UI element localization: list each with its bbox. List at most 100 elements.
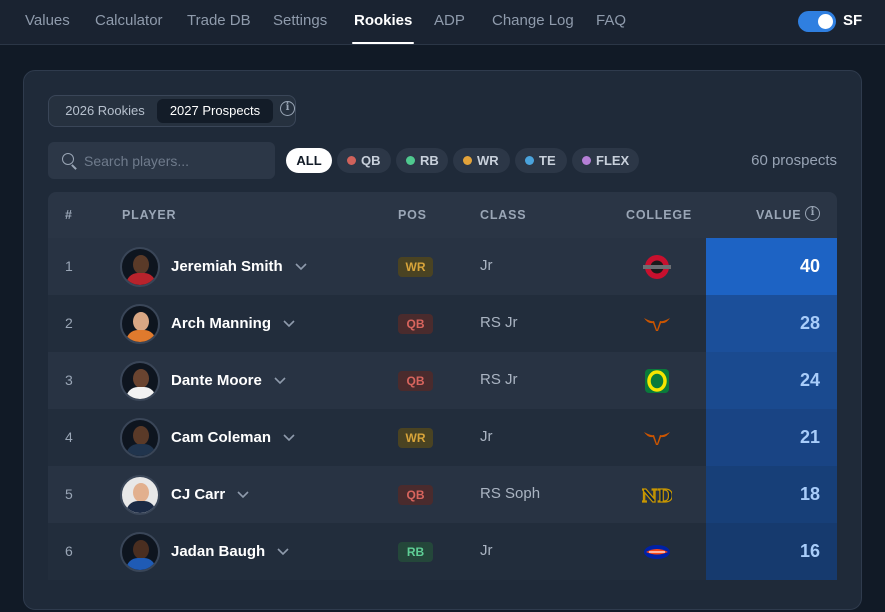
row-rank: 2	[65, 315, 73, 331]
player-avatar	[120, 418, 160, 458]
pos-badge: QB	[398, 371, 433, 391]
chip-label: FLEX	[596, 153, 630, 168]
player-avatar	[120, 532, 160, 572]
value-info-icon[interactable]: i	[805, 206, 820, 221]
header-value[interactable]: VALUE	[756, 208, 801, 222]
value-cell: 16	[706, 523, 837, 580]
texas-longhorn-logo-icon	[644, 432, 670, 445]
search-input[interactable]	[84, 142, 269, 179]
header-class[interactable]: CLASS	[480, 208, 526, 222]
value-cell: 40	[706, 238, 837, 295]
prospects-table: # PLAYER POS CLASS COLLEGE VALUE i 1 Jer…	[48, 192, 837, 612]
search-icon	[62, 153, 74, 165]
table-row[interactable]: 3 Dante Moore QB RS Jr 24	[48, 352, 837, 409]
pos-badge: QB	[398, 314, 433, 334]
table-header: # PLAYER POS CLASS COLLEGE VALUE i	[48, 192, 837, 238]
tab-2026-rookies[interactable]: 2026 Rookies	[54, 99, 156, 123]
table-row[interactable]: 5 CJ Carr QB RS Soph ND 18	[48, 466, 837, 523]
filter-wr-chip[interactable]: WR	[453, 148, 510, 173]
table-row[interactable]: 2 Arch Manning QB RS Jr 28	[48, 295, 837, 352]
row-rank: 5	[65, 486, 73, 502]
nav-adp[interactable]: ADP	[434, 0, 465, 45]
player-avatar	[120, 247, 160, 287]
filter-flex-chip[interactable]: FLEX	[572, 148, 639, 173]
player-class: Jr	[480, 257, 493, 274]
superflex-label: SF	[843, 12, 863, 29]
chevron-down-icon[interactable]	[237, 491, 249, 499]
player-name[interactable]: Arch Manning	[171, 315, 295, 332]
player-name[interactable]: Dante Moore	[171, 372, 286, 389]
pos-badge: WR	[398, 257, 433, 277]
player-class: RS Jr	[480, 371, 518, 388]
chevron-down-icon[interactable]	[295, 263, 307, 271]
nav-trade-db[interactable]: Trade DB	[187, 0, 251, 45]
table-row[interactable]: 1 Jeremiah Smith WR Jr 40	[48, 238, 837, 295]
wr-dot-icon	[463, 156, 472, 165]
oregon-logo-icon	[645, 369, 669, 393]
qb-dot-icon	[347, 156, 356, 165]
rookies-card: 2026 Rookies 2027 Prospects i ALL QB RB …	[23, 70, 862, 610]
ohio-state-logo-icon	[643, 255, 671, 279]
year-tabs: 2026 Rookies 2027 Prospects	[48, 95, 296, 127]
top-nav: Values Calculator Trade DB Settings Rook…	[0, 0, 885, 45]
player-class: RS Soph	[480, 485, 541, 502]
nav-rookies[interactable]: Rookies	[351, 0, 415, 45]
value-cell: 18	[706, 466, 837, 523]
chevron-down-icon[interactable]	[274, 377, 286, 385]
pos-badge: QB	[398, 485, 433, 505]
toggle-knob	[818, 14, 833, 29]
prospect-count: 60 prospects	[751, 152, 837, 169]
header-rank[interactable]: #	[65, 208, 73, 222]
value-cell: 21	[706, 409, 837, 466]
chevron-down-icon[interactable]	[277, 548, 289, 556]
row-rank: 4	[65, 429, 73, 445]
chip-label: QB	[361, 153, 381, 168]
nav-faq[interactable]: FAQ	[596, 0, 626, 45]
player-name[interactable]: Cam Coleman	[171, 429, 295, 446]
header-pos[interactable]: POS	[398, 208, 427, 222]
row-rank: 1	[65, 258, 73, 274]
filter-qb-chip[interactable]: QB	[337, 148, 391, 173]
header-college[interactable]: COLLEGE	[626, 208, 692, 222]
player-name[interactable]: CJ Carr	[171, 486, 249, 503]
svg-text:ND: ND	[642, 486, 672, 507]
chip-label: RB	[420, 153, 439, 168]
chip-label: WR	[477, 153, 499, 168]
table-row[interactable]: 4 Cam Coleman WR Jr 21	[48, 409, 837, 466]
pos-badge: RB	[398, 542, 433, 562]
te-dot-icon	[525, 156, 534, 165]
rb-dot-icon	[406, 156, 415, 165]
player-class: Jr	[480, 542, 493, 559]
filter-te-chip[interactable]: TE	[515, 148, 567, 173]
player-name[interactable]: Jeremiah Smith	[171, 258, 307, 275]
player-avatar	[120, 361, 160, 401]
table-row[interactable]: 6 Jadan Baugh RB Jr 16	[48, 523, 837, 580]
tab-2027-prospects[interactable]: 2027 Prospects	[157, 99, 273, 123]
filter-all-chip[interactable]: ALL	[286, 148, 332, 173]
player-class: RS Jr	[480, 314, 518, 331]
search-box	[48, 142, 275, 179]
filter-rb-chip[interactable]: RB	[396, 148, 448, 173]
notre-dame-logo-icon: ND	[642, 485, 672, 507]
nav-change-log[interactable]: Change Log	[492, 0, 574, 45]
nav-values[interactable]: Values	[25, 0, 70, 45]
texas-longhorn-logo-icon	[644, 318, 670, 331]
chevron-down-icon[interactable]	[283, 320, 295, 328]
flex-dot-icon	[582, 156, 591, 165]
chevron-down-icon[interactable]	[283, 434, 295, 442]
row-rank: 6	[65, 543, 73, 559]
chip-label: TE	[539, 153, 556, 168]
nav-settings[interactable]: Settings	[273, 0, 327, 45]
florida-gator-logo-icon	[644, 545, 670, 559]
row-rank: 3	[65, 372, 73, 388]
pos-badge: WR	[398, 428, 433, 448]
player-name[interactable]: Jadan Baugh	[171, 543, 289, 560]
nav-calculator[interactable]: Calculator	[95, 0, 163, 45]
player-class: Jr	[480, 428, 493, 445]
info-icon[interactable]: i	[280, 101, 295, 116]
player-avatar	[120, 475, 160, 515]
superflex-toggle[interactable]	[798, 11, 836, 32]
header-player[interactable]: PLAYER	[122, 208, 176, 222]
value-cell: 28	[706, 295, 837, 352]
value-cell: 24	[706, 352, 837, 409]
